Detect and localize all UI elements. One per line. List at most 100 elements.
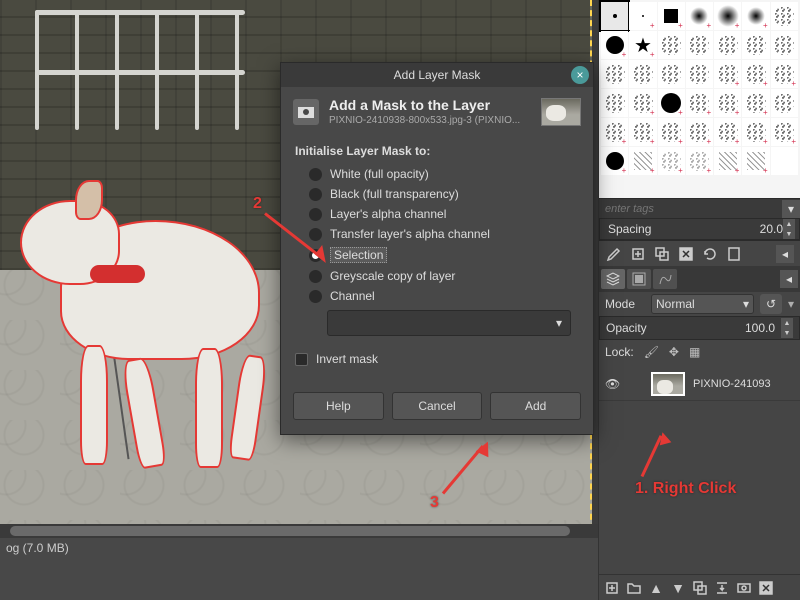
brush-spacing-slider[interactable]: Spacing 20.0 ▲ ▼	[599, 218, 800, 240]
blend-mode-select[interactable]: Normal ▾	[651, 294, 754, 314]
opacity-slider[interactable]: Opacity 100.0 ▲ ▼	[599, 316, 800, 340]
brush-item[interactable]	[658, 60, 685, 88]
brush-item[interactable]	[714, 89, 741, 117]
brush-item[interactable]	[686, 2, 713, 30]
refresh-brush-icon[interactable]	[701, 245, 719, 263]
channel-select[interactable]: ▾	[327, 310, 571, 336]
chevron-down-icon: ▾	[743, 297, 749, 311]
chevron-down-icon: ▾	[556, 316, 562, 330]
brush-panel-menu[interactable]: ◂	[776, 245, 794, 263]
radio-channel[interactable]: Channel	[295, 286, 579, 306]
brushes-grid[interactable]: ★	[599, 0, 800, 198]
dialog-titlebar[interactable]: Add Layer Mask ×	[281, 63, 593, 87]
opacity-value: 100.0	[745, 321, 775, 335]
brush-item[interactable]	[601, 118, 628, 146]
channels-tab[interactable]	[627, 269, 651, 289]
brush-item[interactable]	[658, 31, 685, 59]
brush-item[interactable]	[629, 89, 656, 117]
brush-item[interactable]	[686, 60, 713, 88]
mode-label: Mode	[605, 297, 645, 311]
lock-alpha-icon[interactable]: ▦	[689, 345, 700, 359]
brush-item[interactable]	[629, 2, 656, 30]
raise-layer-icon[interactable]: ▲	[647, 579, 665, 597]
duplicate-brush-icon[interactable]	[653, 245, 671, 263]
brush-item[interactable]	[771, 60, 798, 88]
brush-item[interactable]	[771, 118, 798, 146]
brush-tags-input[interactable]	[599, 203, 782, 215]
layer-thumbnail[interactable]	[651, 372, 685, 396]
radio-greyscale[interactable]: Greyscale copy of layer	[295, 266, 579, 286]
brush-item[interactable]	[742, 118, 769, 146]
lower-layer-icon[interactable]: ▼	[669, 579, 687, 597]
brush-item[interactable]	[714, 31, 741, 59]
radio-selection[interactable]: Selection	[295, 244, 579, 266]
brush-item[interactable]	[629, 118, 656, 146]
spacing-up[interactable]: ▲	[783, 219, 795, 229]
lock-position-icon[interactable]: ✥	[669, 345, 679, 359]
duplicate-layer-icon[interactable]	[691, 579, 709, 597]
horizontal-scrollbar[interactable]	[0, 524, 598, 538]
edit-brush-icon[interactable]	[605, 245, 623, 263]
help-button[interactable]: Help	[293, 392, 384, 420]
paths-tab[interactable]	[653, 269, 677, 289]
radio-white[interactable]: White (full opacity)	[295, 164, 579, 184]
close-icon[interactable]: ×	[571, 66, 589, 84]
opacity-up[interactable]: ▲	[781, 318, 793, 328]
delete-layer-icon[interactable]	[757, 579, 775, 597]
brush-item[interactable]	[742, 89, 769, 117]
layers-tab[interactable]	[601, 269, 625, 289]
brush-item[interactable]	[629, 147, 656, 175]
brush-item[interactable]	[714, 60, 741, 88]
delete-brush-icon[interactable]	[677, 245, 695, 263]
brush-item[interactable]	[658, 118, 685, 146]
brush-item[interactable]	[601, 2, 628, 30]
brush-item[interactable]	[686, 147, 713, 175]
brush-item[interactable]	[771, 31, 798, 59]
brush-item[interactable]	[742, 60, 769, 88]
new-brush-icon[interactable]	[629, 245, 647, 263]
brush-item[interactable]	[601, 31, 628, 59]
invert-mask-checkbox[interactable]: Invert mask	[295, 344, 579, 374]
layer-name[interactable]: PIXNIO-241093	[693, 378, 794, 390]
brush-item[interactable]	[771, 2, 798, 30]
brush-item[interactable]	[601, 147, 628, 175]
brush-item[interactable]	[601, 60, 628, 88]
merge-down-icon[interactable]	[713, 579, 731, 597]
brush-item[interactable]	[742, 31, 769, 59]
brush-item[interactable]	[686, 31, 713, 59]
brush-item[interactable]	[771, 147, 798, 175]
visibility-toggle-icon[interactable]: 👁	[605, 377, 623, 391]
spacing-down[interactable]: ▼	[783, 229, 795, 239]
brush-item[interactable]	[742, 2, 769, 30]
spacing-label: Spacing	[604, 222, 760, 236]
radio-transfer-alpha[interactable]: Transfer layer's alpha channel	[295, 224, 579, 244]
brush-item[interactable]	[658, 2, 685, 30]
add-button[interactable]: Add	[490, 392, 581, 420]
opacity-down[interactable]: ▼	[781, 328, 793, 338]
brush-item[interactable]	[714, 147, 741, 175]
brush-item[interactable]	[658, 89, 685, 117]
brush-item[interactable]	[601, 89, 628, 117]
brush-item[interactable]	[686, 89, 713, 117]
brush-item[interactable]	[658, 147, 685, 175]
new-layer-icon[interactable]	[603, 579, 621, 597]
layer-item[interactable]: 👁 PIXNIO-241093	[599, 368, 800, 401]
lock-label: Lock:	[605, 345, 634, 359]
open-as-image-icon[interactable]	[725, 245, 743, 263]
layers-panel-menu[interactable]: ◂	[780, 270, 798, 288]
lock-pixels-icon[interactable]: 🖌	[644, 345, 659, 359]
brush-item[interactable]	[686, 118, 713, 146]
brush-tags-menu[interactable]: ▾	[782, 200, 800, 218]
brush-item[interactable]: ★	[629, 31, 656, 59]
brush-item[interactable]	[742, 147, 769, 175]
mode-reset-button[interactable]: ↺	[760, 294, 782, 314]
brush-item[interactable]	[629, 60, 656, 88]
add-mask-icon[interactable]	[735, 579, 753, 597]
brush-item[interactable]	[714, 2, 741, 30]
brush-item[interactable]	[714, 118, 741, 146]
cancel-button[interactable]: Cancel	[392, 392, 483, 420]
radio-black[interactable]: Black (full transparency)	[295, 184, 579, 204]
brush-item[interactable]	[771, 89, 798, 117]
new-group-icon[interactable]	[625, 579, 643, 597]
radio-alpha[interactable]: Layer's alpha channel	[295, 204, 579, 224]
